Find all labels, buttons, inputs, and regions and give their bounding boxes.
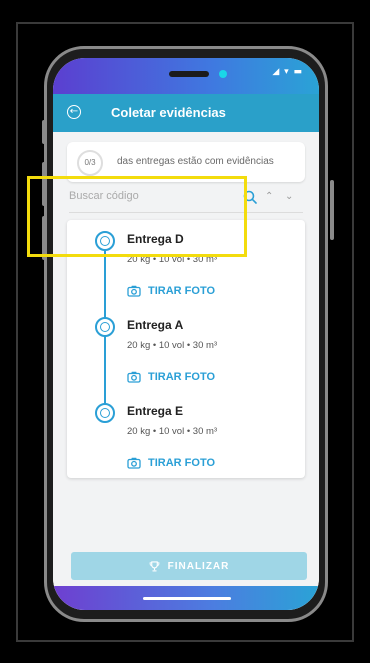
highlight-box [27, 176, 247, 257]
speaker-notch [169, 71, 209, 77]
delivery-list: Entrega D 20 kg • 10 vol • 30 m³ TIRAR F… [67, 220, 305, 478]
delivery-meta: 20 kg • 10 vol • 30 m³ [127, 426, 218, 437]
delivery-name: Entrega A [127, 318, 184, 332]
list-item: Entrega E 20 kg • 10 vol • 30 m³ TIRAR F… [67, 394, 305, 480]
delivery-meta: 20 kg • 10 vol • 30 m³ [127, 340, 218, 351]
take-photo-button[interactable]: TIRAR FOTO [127, 370, 215, 384]
progress-text: das entregas estão com evidências [117, 156, 274, 167]
page-title: Coletar evidências [111, 105, 226, 120]
camera-icon [127, 285, 141, 297]
list-item: Entrega A 20 kg • 10 vol • 30 m³ TIRAR F… [67, 308, 305, 394]
home-indicator[interactable] [143, 597, 231, 600]
finalize-label: FINALIZAR [167, 560, 230, 572]
arrow-left-icon[interactable]: ← [67, 105, 81, 119]
timeline-node-icon [95, 403, 115, 423]
take-photo-label: TIRAR FOTO [148, 457, 216, 469]
take-photo-label: TIRAR FOTO [148, 371, 216, 383]
take-photo-button[interactable]: TIRAR FOTO [127, 284, 215, 298]
app-bar: ← Coletar evidências [53, 94, 319, 132]
delivery-name: Entrega E [127, 404, 184, 418]
chevron-down-icon[interactable]: ⌄ [285, 191, 293, 202]
take-photo-button[interactable]: TIRAR FOTO [127, 456, 215, 470]
status-bar: ◢ ▾ ▬ [53, 58, 319, 94]
chevron-up-icon[interactable]: ⌃ [265, 191, 273, 202]
status-icons: ◢ ▾ ▬ [272, 67, 303, 77]
home-bar [53, 586, 319, 610]
take-photo-label: TIRAR FOTO [148, 285, 216, 297]
progress-ring: 0/3 [77, 150, 103, 176]
camera-dot [219, 70, 227, 78]
phone-side-button [330, 180, 334, 240]
phone-screen: ◢ ▾ ▬ ← Coletar evidências 0/3 das entre… [53, 58, 319, 610]
timeline-node-icon [95, 317, 115, 337]
camera-icon [127, 371, 141, 383]
finalize-button[interactable]: FINALIZAR [71, 552, 307, 580]
camera-icon [127, 457, 141, 469]
trophy-icon [149, 560, 159, 571]
